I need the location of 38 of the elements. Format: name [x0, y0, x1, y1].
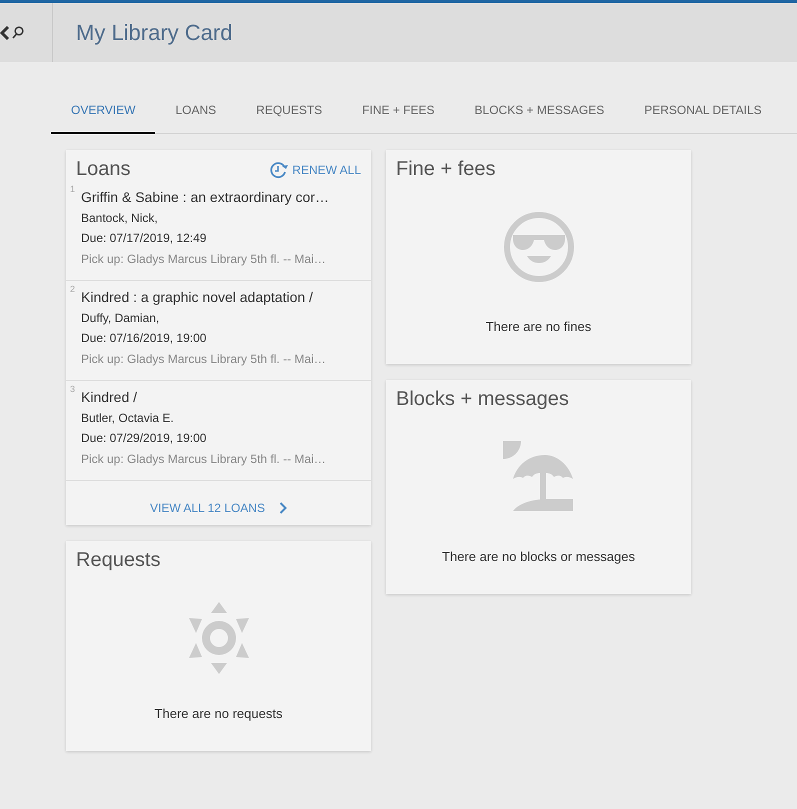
view-all-link[interactable]: VIEW ALL 12 LOANS: [150, 501, 287, 515]
back-icon[interactable]: [0, 26, 10, 40]
card-title: Fine + fees: [396, 158, 496, 181]
tab[interactable]: BLOCKS + MESSAGES: [454, 89, 624, 134]
sun-icon: [186, 602, 250, 674]
due-date: Due: 07/29/2019, 19:00: [81, 430, 208, 447]
search-icon[interactable]: [12, 26, 24, 39]
due-date: Due: 07/17/2019, 12:49: [81, 230, 208, 247]
page-title: My Library Card: [75, 20, 232, 46]
card-title: Loans: [76, 158, 130, 181]
item-number: 1: [70, 184, 76, 194]
loan-author: Bantock, Nick,: [81, 210, 159, 227]
tab[interactable]: PERSONAL DETAILS: [624, 89, 782, 134]
empty-message: There are no blocks or messages: [442, 549, 635, 566]
card-title: Blocks + messages: [396, 388, 569, 411]
empty-message: There are no requests: [154, 706, 282, 723]
item-number: 3: [70, 384, 76, 394]
card-title: Requests: [76, 549, 160, 572]
chevron-right-icon: [278, 502, 287, 514]
clock-refresh-icon: [269, 160, 290, 178]
loan-author: Duffy, Damian,: [81, 310, 160, 327]
due-date: Due: 07/16/2019, 19:00: [81, 330, 208, 347]
tab[interactable]: REQUESTS: [236, 89, 342, 134]
tab[interactable]: LOANS: [155, 89, 236, 134]
tab[interactable]: OVERVIEW: [51, 89, 156, 134]
loan-author: Butler, Octavia E.: [81, 410, 175, 427]
beach-umbrella-icon: [502, 441, 574, 513]
pickup-location: Pick up: Gladys Marcus Library 5th fl. -- Mai…: [81, 351, 327, 368]
item-number: 2: [70, 284, 76, 294]
tab[interactable]: FINE + FEES: [342, 89, 455, 134]
loan-title[interactable]: Kindred /: [81, 389, 363, 405]
loan-title[interactable]: Kindred : a graphic novel adaptation /: [81, 289, 363, 305]
empty-message: There are no fines: [486, 319, 592, 336]
pickup-location: Pick up: Gladys Marcus Library 5th fl. -- Mai…: [81, 251, 327, 268]
loan-title[interactable]: Griffin & Sabine : an extraordinary cor…: [81, 189, 363, 205]
sunglasses-smiley-icon: [502, 211, 574, 283]
renew-all-button[interactable]: RENEW ALL: [269, 160, 361, 178]
pickup-location: Pick up: Gladys Marcus Library 5th fl. -- Mai…: [81, 451, 327, 468]
